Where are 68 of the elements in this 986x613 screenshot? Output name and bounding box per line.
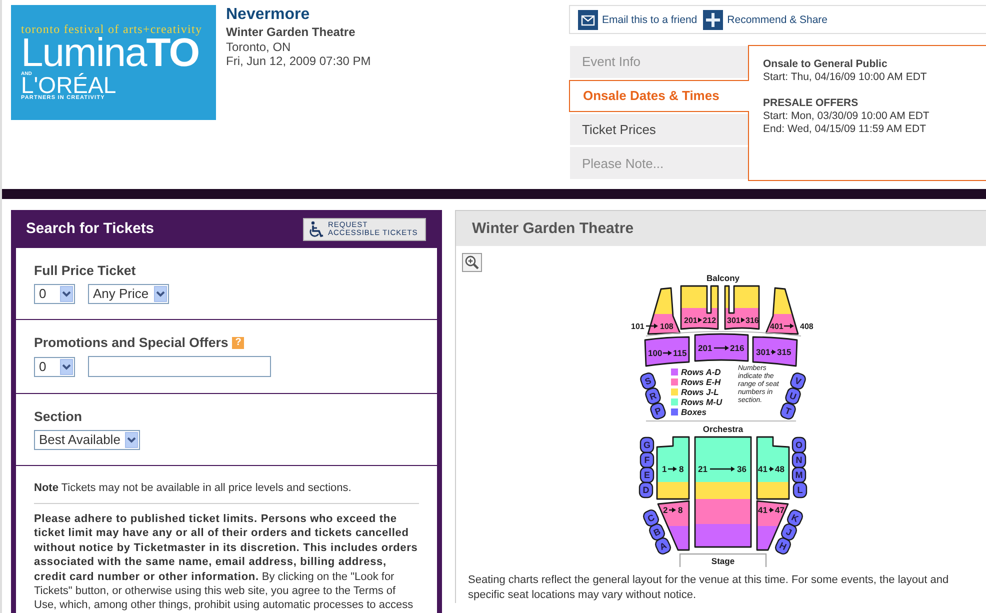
info-tab[interactable]: Ticket Prices: [570, 114, 748, 146]
select-dropdown[interactable]: 0: [34, 356, 75, 376]
seating-section: [724, 285, 760, 330]
logo-tagline: toronto festival of arts+creativity: [21, 23, 202, 36]
event-location: Toronto, ON: [226, 40, 291, 54]
box-seat-section: A: [653, 536, 673, 556]
box-seat-section: L: [792, 482, 808, 498]
info-line: Start: Mon, 03/30/09 10:00 AM EDT: [763, 110, 930, 123]
seat-range-label: 41 48: [758, 464, 784, 474]
availability-note: Note Tickets may not be available in all price levels and sections.: [34, 481, 352, 495]
envelope-icon[interactable]: [578, 10, 598, 30]
field-label: Promotions and Special Offers: [34, 335, 228, 351]
box-seat-section: P: [648, 401, 668, 421]
field-label: Section: [34, 409, 82, 425]
event-title: Nevermore: [226, 5, 310, 25]
box-seat-section: D: [638, 482, 654, 498]
stage: Stage: [679, 553, 767, 567]
legend-label: Rows J-L: [681, 387, 719, 397]
field-label: Full Price Ticket: [34, 263, 136, 279]
orchestra-label: Orchestra: [702, 424, 744, 434]
seat-range-label: 101 108: [631, 322, 674, 331]
legend-label: Rows E-H: [681, 377, 721, 387]
info-line: End: Wed, 04/15/09 11:59 AM EDT: [763, 123, 926, 136]
panel-title: Winter Garden Theatre: [472, 220, 634, 237]
box-seat-section: E: [640, 466, 654, 484]
select-dropdown[interactable]: 0: [34, 284, 75, 304]
select-dropdown[interactable]: Any Price: [88, 284, 169, 304]
seat-range-label: 1 8: [662, 464, 684, 474]
zoom-in-icon[interactable]: [462, 253, 482, 272]
seat-range-label: 201 216: [698, 343, 744, 353]
box-seat-section: N: [792, 452, 806, 468]
seat-range-label: 401 408: [770, 322, 814, 331]
box-seat-section: M: [792, 466, 806, 484]
seat-range-label: 201 212: [684, 316, 716, 325]
box-seat-section: H: [773, 536, 793, 556]
box-seat-section: T: [778, 401, 798, 421]
balcony-label: Balcony: [706, 273, 740, 283]
seat-range-label: 2 8: [663, 505, 683, 515]
ticket-limit-policy: Please adhere to published ticket limits. Persons who exceed the ticket limit may have any or all of their orders and tickets cancelled without notice by Ticketmaster in its discretion. This includes orders associated with the same name, email address, billing address, credit card number or other information. By clicking on the "Look for Tickets" button, or otherwise using this web site, you agree to the Terms of Use, which, among other things, prohibit using automatic processes to access: [34, 512, 419, 613]
seating-section: [656, 436, 690, 500]
legend-label: Rows M-U: [681, 397, 722, 407]
seating-chart-caption: Seating charts reflect the general layout for the venue at this time. For some events, the layout and specific seat locations may vary without notice.: [467, 573, 950, 603]
event-datetime: Fri, Jun 12, 2009 07:30 PM: [226, 54, 371, 68]
share-link[interactable]: Recommend & Share: [703, 10, 828, 30]
seat-range-label: 100 115: [648, 348, 687, 358]
select-dropdown[interactable]: Best Available: [34, 430, 140, 450]
event-venue: Winter Garden Theatre: [226, 25, 356, 40]
logo-wordmark: LuminaTO: [21, 36, 200, 70]
text-input-field[interactable]: [88, 356, 271, 377]
box-seat-section: O: [792, 436, 806, 454]
seating-section: [680, 285, 719, 330]
box-seat-section: F: [640, 452, 654, 468]
info-heading: Onsale to General Public: [763, 57, 888, 71]
wheelchair-icon: [308, 220, 325, 238]
box-seat-section: G: [640, 436, 654, 454]
seating-section: [694, 333, 749, 362]
panel-title: Search for Tickets: [26, 221, 154, 237]
seat-range-label: 301 315: [756, 347, 792, 357]
info-line: Start: Thu, 04/16/09 10:00 AM EDT: [763, 71, 927, 84]
seat-range-label: 41 47: [758, 505, 784, 515]
info-heading: PRESALE OFFERS: [763, 96, 858, 110]
email-link[interactable]: Email this to a friend: [578, 10, 698, 30]
plus-icon[interactable]: [703, 10, 724, 30]
seating-section: [756, 436, 790, 500]
seat-range-label: 301 316: [727, 316, 759, 325]
seat-range-label: 21 36: [698, 464, 746, 474]
legend-label: Rows A-D: [681, 367, 721, 377]
legend-label: Boxes: [681, 407, 707, 417]
